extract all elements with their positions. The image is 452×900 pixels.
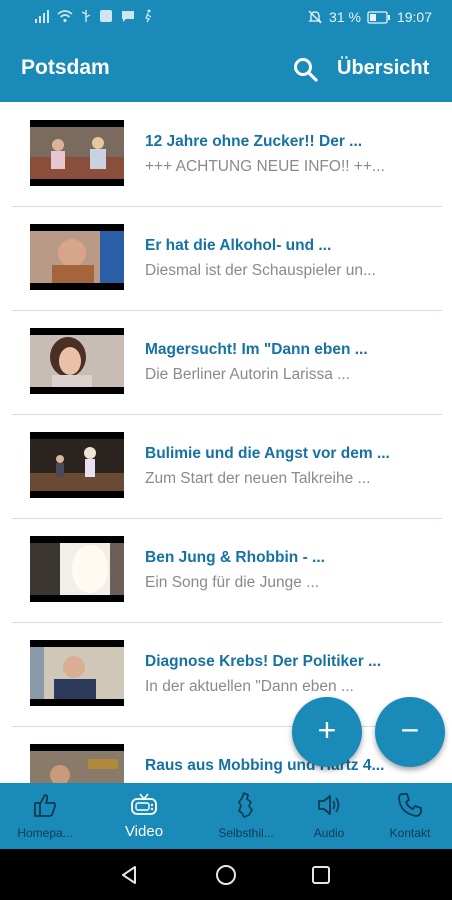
search-button[interactable] [292,56,320,84]
thumbnail-image [30,751,124,783]
video-title: Er hat die Alkohol- und ... [145,237,332,254]
video-thumbnail[interactable] [30,640,124,706]
video-subtitle: In der aktuellen "Dann eben ... [145,678,354,695]
plus-icon: + [317,712,337,748]
status-icons-left [34,9,153,23]
thumbnail-image [30,335,124,387]
map-icon [238,792,253,818]
phone-icon [398,793,422,817]
status-icons-right: 31 % 19:07 [307,9,432,25]
video-item[interactable]: Er hat die Alkohol- und ... Diesmal ist … [12,206,442,311]
video-subtitle: +++ ACHTUNG NEUE INFO!! ++... [145,158,385,175]
page-title: Potsdam [21,56,110,79]
video-title: Bulimie und die Angst vor dem ... [145,445,390,462]
zoom-out-button[interactable]: − [375,697,445,767]
wifi-icon [57,10,73,23]
nav-item-audio[interactable]: Audio [284,783,374,849]
speaker-icon [318,795,340,815]
video-thumbnail[interactable] [30,224,124,290]
nav-label: Selbsthil... [218,826,274,840]
video-item[interactable]: 12 Jahre ohne Zucker!! Der ... +++ ACHTU… [12,102,442,207]
tv-icon [131,793,157,815]
mute-bell-icon [308,10,322,24]
video-thumbnail[interactable] [30,536,124,602]
thumbnail-image [30,127,124,179]
video-title: Diagnose Krebs! Der Politiker ... [145,653,382,670]
video-item[interactable]: Ben Jung & Rhobbin - ... Ein Song für di… [12,518,442,623]
video-item[interactable]: Diagnose Krebs! Der Politiker ... In der… [12,622,442,727]
nav-item-contact[interactable]: Kontakt [365,783,452,849]
nav-label: Homepa... [17,826,73,840]
video-thumbnail[interactable] [30,328,124,394]
video-title: 12 Jahre ohne Zucker!! Der ... [145,133,363,150]
nav-item-self-help[interactable]: Selbsthil... [201,783,291,849]
thumbnail-image [30,439,124,491]
search-icon [294,58,318,82]
battery-icon [367,10,390,24]
video-title: Magersucht! Im "Dann eben ... [145,341,368,358]
system-navigation-bar [0,849,452,900]
nav-label: Video [124,823,164,840]
minus-icon: − [400,712,420,748]
app-bar: Potsdam Übersicht [0,36,452,102]
nav-item-video[interactable]: Video [99,783,189,849]
video-title: Ben Jung & Rhobbin - ... [145,549,325,566]
usb-icon [81,10,91,22]
video-subtitle: Ein Song für die Junge ... [145,574,320,591]
video-thumbnail[interactable] [30,432,124,498]
video-item[interactable]: Bulimie und die Angst vor dem ... Zum St… [12,414,442,519]
activity-icon [145,9,152,23]
overview-button[interactable]: Übersicht [337,57,429,80]
video-thumbnail[interactable] [30,744,124,783]
status-bar: 31 % 19:07 [0,0,452,36]
battery-percent: 31 % [329,9,361,25]
video-item[interactable]: Magersucht! Im "Dann eben ... Die Berlin… [12,310,442,415]
video-subtitle: Die Berliner Autorin Larissa ... [145,366,351,383]
video-list[interactable]: 12 Jahre ohne Zucker!! Der ... +++ ACHTU… [0,102,452,783]
thumbnail-image [30,543,124,595]
bottom-navigation: Homepa... Video Selbsthil... Audio Konta… [0,783,452,849]
video-subtitle: Diesmal ist der Schauspieler un... [145,262,376,279]
video-subtitle: Zum Start der neuen Talkreihe ... [145,470,371,487]
zoom-in-button[interactable]: + [292,697,362,767]
thumbs-up-icon [34,794,57,817]
notification-icon [100,10,112,22]
status-time: 19:07 [396,9,432,25]
nav-label: Kontakt [389,826,431,840]
back-icon[interactable] [118,864,140,886]
thumbnail-image [30,231,124,283]
signal-icon [35,10,49,23]
video-thumbnail[interactable] [30,120,124,186]
message-icon [122,11,134,22]
nav-label: Audio [313,826,345,840]
home-icon[interactable] [215,864,237,886]
nav-item-homepage[interactable]: Homepa... [0,783,90,849]
thumbnail-image [30,647,124,699]
recents-icon[interactable] [311,865,331,885]
